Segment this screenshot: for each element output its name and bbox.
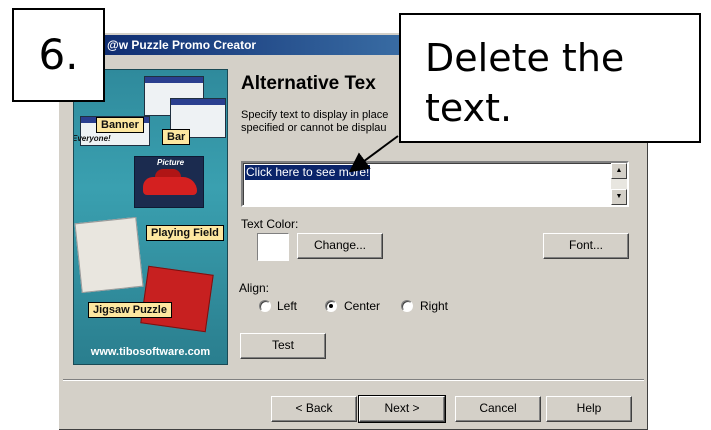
test-button[interactable]: Test	[240, 333, 326, 359]
color-swatch	[257, 233, 289, 261]
font-button[interactable]: Font...	[543, 233, 629, 259]
align-center-radio[interactable]	[325, 300, 337, 312]
step-number: 6.	[12, 8, 105, 102]
align-right-label[interactable]: Right	[420, 299, 448, 313]
instruction-callout: Delete the text.	[399, 13, 701, 143]
vertical-scrollbar[interactable]: ▲ ▼	[611, 163, 627, 205]
picture-label: Picture	[157, 158, 185, 167]
separator	[63, 379, 644, 381]
next-button[interactable]: Next >	[358, 395, 446, 423]
change-color-button[interactable]: Change...	[297, 233, 383, 259]
tag-bar: Bar	[162, 129, 191, 145]
page-title: Alternative Tex	[241, 73, 376, 94]
text-color-label: Text Color:	[241, 217, 299, 231]
everyone-text: Everyone!	[73, 134, 111, 143]
puzzle-piece	[74, 216, 144, 294]
align-right-radio[interactable]	[401, 300, 413, 312]
scroll-up-icon[interactable]: ▲	[611, 163, 627, 179]
cancel-button[interactable]: Cancel	[455, 396, 541, 422]
align-center-label[interactable]: Center	[344, 299, 380, 313]
sidebar-illustration: Everyone! Picture Banner Bar Playing Fie…	[73, 69, 228, 365]
alternative-text-field[interactable]: Click here to see more! ▲ ▼	[241, 161, 629, 207]
car-picture: Picture	[134, 156, 204, 208]
align-left-label[interactable]: Left	[277, 299, 297, 313]
selected-text[interactable]: Click here to see more!	[245, 165, 371, 180]
puzzle-piece	[140, 265, 214, 333]
align-label: Align:	[239, 281, 270, 295]
tag-jigsaw-puzzle: Jigsaw Puzzle	[88, 302, 172, 318]
tag-playing-field: Playing Field	[146, 225, 224, 241]
help-button[interactable]: Help	[546, 396, 632, 422]
website-url: www.tibosoftware.com	[90, 346, 211, 358]
align-left-radio[interactable]	[259, 300, 271, 312]
scroll-down-icon[interactable]: ▼	[611, 189, 627, 205]
tag-banner: Banner	[96, 117, 144, 133]
back-button[interactable]: < Back	[271, 396, 357, 422]
